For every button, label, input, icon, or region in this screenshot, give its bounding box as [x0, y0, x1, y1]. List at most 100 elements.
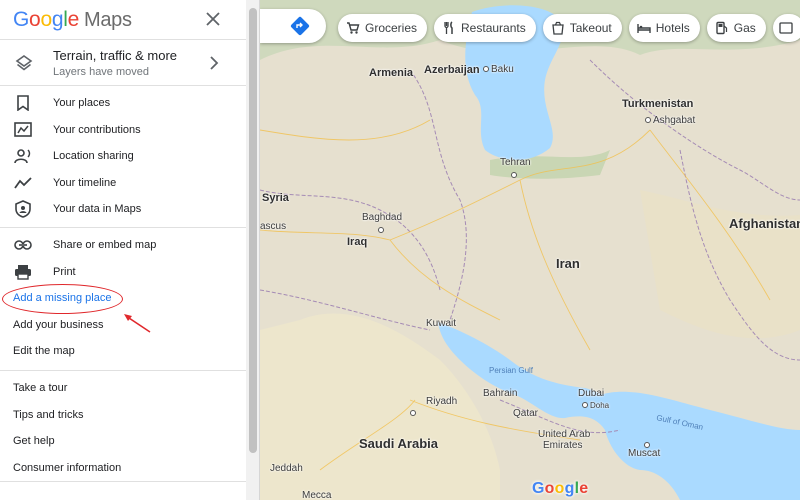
layers-title: Terrain, traffic & more [53, 47, 178, 63]
menu-item-consumer-information[interactable]: Consumer information [0, 455, 246, 482]
menu-item-print[interactable]: Print [0, 259, 246, 286]
shield-icon [14, 200, 32, 219]
chip-label: Gas [733, 21, 756, 35]
city-dot-baghdad [378, 225, 386, 236]
label-doha: Doha [582, 400, 609, 411]
gas-station-icon [716, 21, 727, 35]
search-box[interactable] [260, 9, 326, 43]
label-iraq: Iraq [347, 236, 368, 248]
city-dot-muscat [644, 440, 652, 451]
menu-item-label: Location sharing [53, 150, 134, 163]
close-icon[interactable] [202, 8, 224, 30]
menu-item-your-contributions[interactable]: Your contributions [0, 117, 246, 144]
cart-icon [347, 22, 360, 34]
contributions-icon [14, 121, 32, 139]
city-dot-icon [582, 402, 588, 409]
city-dot-riyadh [410, 408, 418, 419]
menu-item-your-timeline[interactable]: Your timeline [0, 170, 246, 197]
label-mecca: Mecca [302, 490, 332, 500]
link-icon [14, 236, 32, 254]
city-dot-icon [511, 172, 517, 179]
label-dubai: Dubai [578, 388, 605, 399]
layers-subtitle: Layers have moved [53, 65, 149, 78]
chip-restaurants[interactable]: Restaurants [434, 14, 536, 42]
city-dot-icon [644, 442, 650, 449]
label-qatar: Qatar [513, 408, 539, 419]
city-dot-tehran [511, 170, 519, 181]
menu-item-your-places[interactable]: Your places [0, 90, 246, 117]
personal-section: Your places Your contributions Location … [0, 86, 246, 228]
label-persian-gulf: Persian Gulf [489, 366, 534, 375]
label-turkmenistan: Turkmenistan [622, 98, 694, 110]
layers-button[interactable]: Terrain, traffic & more Layers have move… [0, 40, 246, 86]
chip-label: Restaurants [461, 21, 526, 35]
label-damascus: ascus [260, 221, 287, 232]
chip-label: Hotels [655, 21, 690, 35]
google-maps-logo: Google Maps [13, 8, 132, 32]
chip-label: Takeout [569, 21, 612, 35]
label-azerbaijan: Azerbaijan [424, 64, 480, 76]
city-dot-icon [410, 410, 416, 417]
layers-icon [15, 54, 33, 71]
menu-item-take-a-tour[interactable]: Take a tour [0, 375, 246, 402]
side-menu: Google Maps Terrain, traffic & more Layer… [0, 0, 246, 500]
chip-more[interactable] [772, 14, 800, 42]
logo-maps-text: Maps [83, 8, 132, 31]
city-dot-icon [483, 66, 489, 73]
menu-item-add-missing-place[interactable]: Add a missing place [0, 285, 246, 312]
label-baghdad: Baghdad [362, 212, 403, 223]
menu-item-label: Your contributions [53, 123, 141, 136]
label-kuwait: Kuwait [426, 318, 457, 329]
bookmark-icon [14, 94, 32, 112]
menu-item-tips-and-tricks[interactable]: Tips and tricks [0, 402, 246, 429]
scrollbar-thumb[interactable] [249, 8, 257, 453]
map-canvas[interactable]: Armenia Azerbaijan Baku Turkmenistan Ash… [260, 0, 800, 500]
fork-knife-icon [444, 21, 453, 34]
chip-takeout[interactable]: Takeout [542, 14, 622, 42]
google-watermark: Google [532, 480, 589, 497]
label-baku: Baku [483, 64, 514, 75]
label-syria: Syria [262, 192, 289, 204]
logo-google-text: Google [13, 7, 79, 31]
label-jeddah: Jeddah [270, 463, 303, 474]
menu-header: Google Maps [0, 0, 246, 40]
bed-icon [637, 24, 651, 33]
chip-gas[interactable]: Gas [706, 14, 766, 42]
directions-icon[interactable] [290, 16, 310, 36]
label-uae-line2: Emirates [543, 440, 583, 451]
menu-item-label: Your data in Maps [53, 203, 142, 216]
label-ashgabat: Ashgabat [645, 115, 695, 126]
label-iran: Iran [556, 256, 580, 271]
city-dot-icon [378, 227, 384, 234]
location-sharing-icon [14, 147, 32, 165]
menu-item-location-sharing[interactable]: Location sharing [0, 143, 246, 170]
label-tehran: Tehran [500, 157, 531, 168]
menu-item-add-your-business[interactable]: Add your business [0, 312, 246, 339]
menu-item-share-embed[interactable]: Share or embed map [0, 232, 246, 259]
label-saudi-arabia: Saudi Arabia [359, 436, 438, 451]
print-icon [14, 263, 32, 281]
chip-label: Groceries [365, 21, 418, 35]
label-bahrain: Bahrain [483, 388, 518, 399]
city-dot-icon [645, 117, 651, 124]
map-terrain [260, 0, 800, 500]
menu-item-your-data[interactable]: Your data in Maps [0, 196, 246, 223]
sidebar-scrollbar[interactable] [246, 0, 260, 500]
menu-item-get-help[interactable]: Get help [0, 428, 246, 455]
menu-item-label: Share or embed map [53, 239, 157, 252]
chip-groceries[interactable]: Groceries [338, 14, 428, 42]
label-afghanistan: Afghanistan [729, 216, 800, 231]
category-chips: Groceries Restaurants Takeout Hotels Gas [338, 14, 800, 42]
tools-section: Share or embed map Print Add a missing p… [0, 228, 246, 371]
menu-item-label: Print [53, 265, 76, 278]
menu-item-edit-the-map[interactable]: Edit the map [0, 338, 246, 365]
chevron-right-icon [210, 56, 219, 70]
takeout-bag-icon [551, 21, 564, 35]
label-riyadh: Riyadh [426, 396, 458, 407]
menu-item-label: Your timeline [53, 176, 117, 189]
help-section: Take a tour Tips and tricks Get help Con… [0, 371, 246, 482]
more-icon [779, 22, 793, 34]
timeline-icon [14, 174, 32, 192]
chip-hotels[interactable]: Hotels [628, 14, 700, 42]
menu-item-label: Your places [53, 97, 111, 110]
